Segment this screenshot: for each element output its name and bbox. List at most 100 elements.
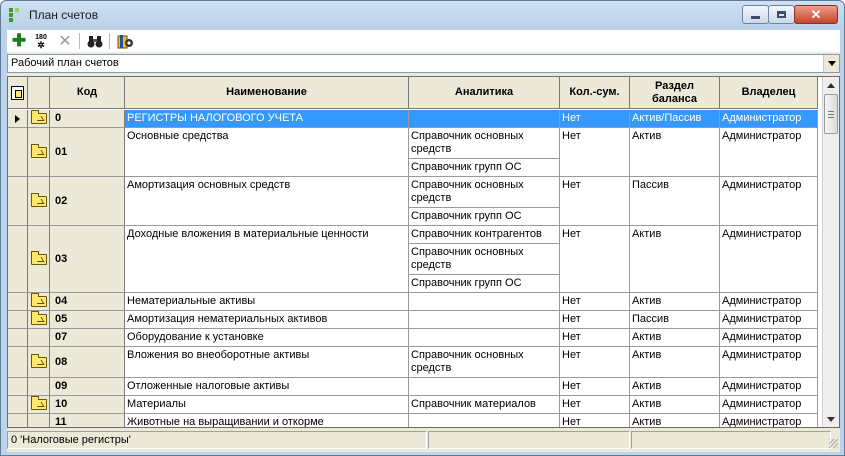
account-code[interactable]: 10	[50, 396, 125, 414]
analytics-cell[interactable]	[409, 378, 560, 396]
account-name[interactable]: Амортизация нематериальных активов	[125, 311, 409, 329]
qty-sum-flag[interactable]: Нет	[560, 128, 630, 177]
account-code[interactable]: 08	[50, 347, 125, 378]
balance-section[interactable]: Актив	[630, 414, 720, 427]
balance-section[interactable]: Актив	[630, 396, 720, 414]
close-button[interactable]: ✕	[794, 5, 838, 24]
find-button[interactable]	[85, 32, 105, 50]
table-row[interactable]: 03 Доходные вложения в материальные ценно…	[8, 226, 818, 293]
minimize-button[interactable]	[742, 5, 769, 24]
resize-grip-icon[interactable]	[829, 439, 838, 448]
renumber-button[interactable]: 180 ✲	[31, 32, 51, 50]
row-indicator[interactable]	[8, 347, 28, 378]
owner[interactable]: Администратор	[720, 329, 818, 347]
analytics-cell[interactable]: Справочник материалов	[409, 396, 560, 414]
account-name[interactable]: Материалы	[125, 396, 409, 414]
qty-sum-flag[interactable]: Нет	[560, 226, 630, 293]
table-row[interactable]: 10 Материалы Справочник материалов Нет Актив…	[8, 396, 818, 414]
account-name[interactable]: Отложенные налоговые активы	[125, 378, 409, 396]
analytics-cell[interactable]	[409, 329, 560, 347]
analytics-cell[interactable]: Справочник основных средств Справочник гр…	[409, 128, 560, 177]
analytics-item[interactable]: Справочник групп ОС	[409, 159, 559, 176]
column-header-owner[interactable]: Владелец	[720, 77, 818, 109]
analytics-item[interactable]: Справочник основных средств	[409, 177, 559, 208]
owner[interactable]: Администратор	[720, 226, 818, 293]
owner[interactable]: Администратор	[720, 396, 818, 414]
row-indicator[interactable]	[8, 226, 28, 293]
account-code[interactable]: 0	[50, 110, 125, 128]
row-indicator[interactable]	[8, 311, 28, 329]
qty-sum-flag[interactable]: Нет	[560, 329, 630, 347]
title-bar[interactable]: План счетов ✕	[1, 1, 844, 29]
column-header-section[interactable]: Раздел баланса	[630, 77, 720, 109]
analytics-cell[interactable]: Справочник основных средств	[409, 347, 560, 378]
scroll-down-button[interactable]	[823, 411, 839, 427]
analytics-cell[interactable]: Справочник основных средств Справочник гр…	[409, 177, 560, 226]
vertical-scrollbar[interactable]	[822, 77, 839, 427]
qty-sum-flag[interactable]: Нет	[560, 347, 630, 378]
account-code[interactable]: 09	[50, 378, 125, 396]
owner[interactable]: Администратор	[720, 177, 818, 226]
balance-section[interactable]: Актив	[630, 347, 720, 378]
account-name[interactable]: Нематериальные активы	[125, 293, 409, 311]
analytics-item[interactable]	[409, 311, 559, 328]
owner[interactable]: Администратор	[720, 347, 818, 378]
analytics-item[interactable]: Справочник групп ОС	[409, 275, 559, 292]
balance-section[interactable]: Актив	[630, 128, 720, 177]
account-code[interactable]: 07	[50, 329, 125, 347]
table-row[interactable]: 02 Амортизация основных средств Справочник…	[8, 177, 818, 226]
account-code[interactable]: 04	[50, 293, 125, 311]
account-code[interactable]: 05	[50, 311, 125, 329]
qty-sum-flag[interactable]: Нет	[560, 378, 630, 396]
row-indicator[interactable]	[8, 293, 28, 311]
table-row[interactable]: 05 Амортизация нематериальных активов Нет П…	[8, 311, 818, 329]
table-row[interactable]: 04 Нематериальные активы Нет Актив Администр…	[8, 293, 818, 311]
analytics-item[interactable]: Справочник контрагентов	[409, 226, 559, 244]
analytics-cell[interactable]	[409, 311, 560, 329]
qty-sum-flag[interactable]: Нет	[560, 414, 630, 427]
table-row[interactable]: 07 Оборудование к установке Нет Актив Админи…	[8, 329, 818, 347]
dropdown-button[interactable]	[823, 55, 839, 72]
table-row[interactable]: 09 Отложенные налоговые активы Нет Актив Адм…	[8, 378, 818, 396]
column-header-code[interactable]: Код	[50, 77, 125, 109]
analytics-item[interactable]	[409, 414, 559, 427]
balance-section[interactable]: Актив	[630, 329, 720, 347]
delete-button[interactable]: ✕	[55, 32, 75, 50]
scroll-thumb[interactable]	[824, 94, 838, 134]
settings-button[interactable]	[115, 32, 135, 50]
column-header-select[interactable]	[8, 77, 28, 109]
row-indicator[interactable]	[8, 414, 28, 427]
analytics-item[interactable]: Справочник основных средств	[409, 347, 559, 377]
account-name[interactable]: Основные средства	[125, 128, 409, 177]
row-indicator[interactable]	[8, 329, 28, 347]
owner[interactable]: Администратор	[720, 414, 818, 427]
analytics-item[interactable]	[409, 110, 559, 127]
column-header-analytics[interactable]: Аналитика	[409, 77, 560, 109]
qty-sum-flag[interactable]: Нет	[560, 110, 630, 128]
row-indicator[interactable]	[8, 396, 28, 414]
analytics-cell[interactable]	[409, 110, 560, 128]
row-indicator[interactable]	[8, 177, 28, 226]
owner[interactable]: Администратор	[720, 110, 818, 128]
owner[interactable]: Администратор	[720, 293, 818, 311]
balance-section[interactable]: Пассив	[630, 311, 720, 329]
account-code[interactable]: 02	[50, 177, 125, 226]
qty-sum-flag[interactable]: Нет	[560, 396, 630, 414]
analytics-item[interactable]: Справочник основных средств	[409, 128, 559, 159]
column-header-qty[interactable]: Кол.-сум.	[560, 77, 630, 109]
column-header-name[interactable]: Наименование	[125, 77, 409, 109]
add-button[interactable]: ✚	[9, 31, 29, 50]
owner[interactable]: Администратор	[720, 378, 818, 396]
balance-section[interactable]: Актив/Пассив	[630, 110, 720, 128]
owner[interactable]: Администратор	[720, 128, 818, 177]
account-name[interactable]: Оборудование к установке	[125, 329, 409, 347]
qty-sum-flag[interactable]: Нет	[560, 311, 630, 329]
balance-section[interactable]: Пассив	[630, 177, 720, 226]
account-code[interactable]: 01	[50, 128, 125, 177]
accounts-grid[interactable]: Код Наименование Аналитика Кол.-сум. Раз…	[7, 76, 840, 428]
analytics-cell[interactable]	[409, 293, 560, 311]
table-row[interactable]: 08 Вложения во внеоборотные активы Справоч…	[8, 347, 818, 378]
row-indicator[interactable]	[8, 378, 28, 396]
analytics-item[interactable]	[409, 378, 559, 395]
row-indicator[interactable]	[8, 110, 28, 128]
